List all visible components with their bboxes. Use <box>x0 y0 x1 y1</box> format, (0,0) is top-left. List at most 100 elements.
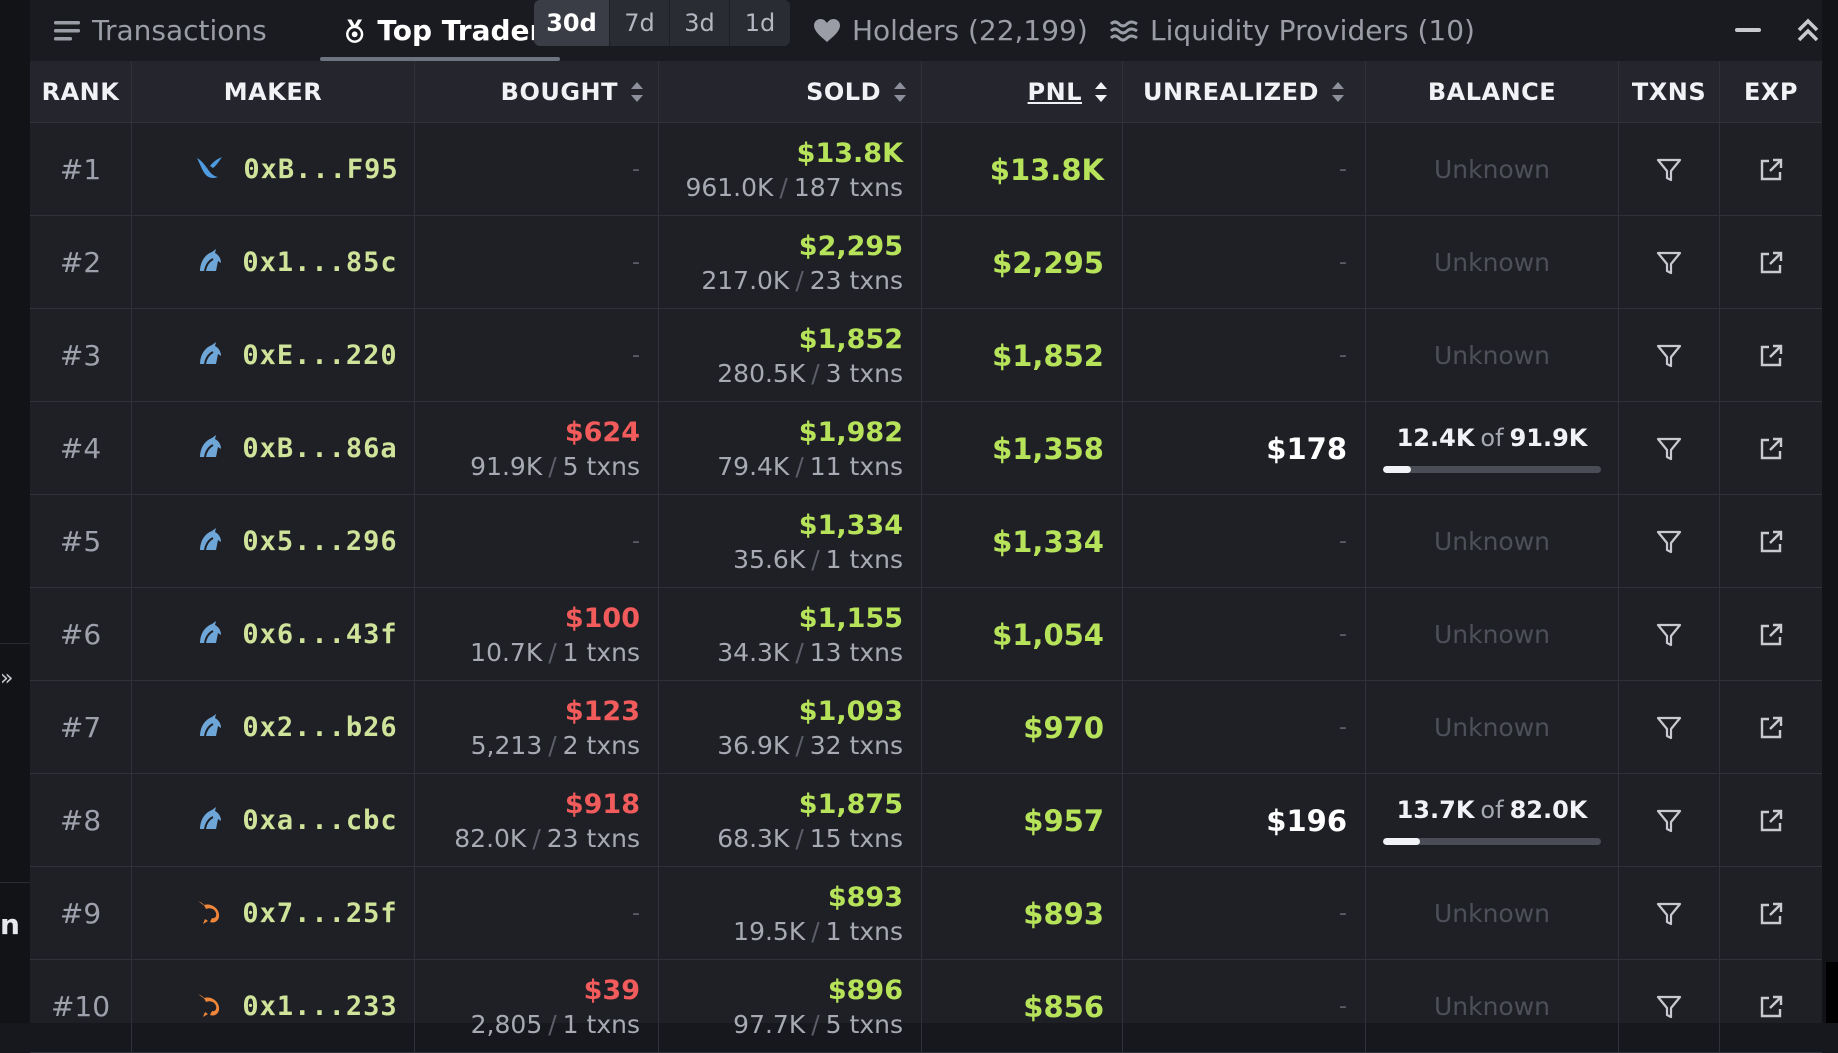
rank-cell: #8 <box>30 774 132 867</box>
maker-cell[interactable]: 0x7...25f <box>132 867 415 960</box>
sold-amount: $1,852 <box>798 323 903 355</box>
dolphin-icon <box>196 527 222 556</box>
sold-volume: 34.3K <box>717 637 790 667</box>
col-pnl[interactable]: PNL <box>922 61 1123 123</box>
period-30d[interactable]: 30d <box>534 0 610 46</box>
empty-dash: - <box>1339 901 1347 926</box>
balance-unknown: Unknown <box>1433 620 1551 649</box>
maker-cell[interactable]: 0x2...b26 <box>132 681 415 774</box>
maker-cell[interactable]: 0xB...F95 <box>132 123 415 216</box>
shrimp-icon <box>196 992 222 1022</box>
unrealized-cell: - <box>1123 309 1366 402</box>
filter-icon[interactable] <box>1649 150 1689 190</box>
external-link-icon[interactable] <box>1751 801 1791 841</box>
col-bought[interactable]: BOUGHT <box>415 61 659 123</box>
maker-address[interactable]: 0xB...F95 <box>243 154 398 185</box>
balance-text: 12.4K of 91.9K <box>1397 424 1588 452</box>
sold-amount: $896 <box>827 974 903 1006</box>
maker-cell[interactable]: 0x1...85c <box>132 216 415 309</box>
shrimp-icon <box>196 899 222 929</box>
external-link-icon[interactable] <box>1751 708 1791 748</box>
period-7d[interactable]: 7d <box>610 0 670 46</box>
filter-icon[interactable] <box>1649 522 1689 562</box>
sold-volume: 79.4K <box>717 451 790 481</box>
rank-value: #1 <box>59 153 102 186</box>
col-unrealized-label: UNREALIZED <box>1143 78 1319 106</box>
sold-cell: $13.8K 961.0K/187 txns <box>659 123 922 216</box>
minimize-icon[interactable] <box>1728 10 1768 50</box>
filter-icon[interactable] <box>1649 429 1689 469</box>
maker-address[interactable]: 0x1...85c <box>242 247 397 278</box>
maker-address[interactable]: 0x7...25f <box>242 898 397 929</box>
maker-cell[interactable]: 0x5...296 <box>132 495 415 588</box>
rank-value: #2 <box>59 246 102 279</box>
unrealized-cell: $196 <box>1123 774 1366 867</box>
maker-address[interactable]: 0x6...43f <box>242 619 397 650</box>
external-link-icon[interactable] <box>1751 987 1791 1027</box>
filter-icon[interactable] <box>1649 987 1689 1027</box>
filter-icon[interactable] <box>1649 801 1689 841</box>
exp-cell <box>1720 867 1822 960</box>
filter-icon[interactable] <box>1649 336 1689 376</box>
period-1d[interactable]: 1d <box>730 0 790 46</box>
maker-address[interactable]: 0xa...cbc <box>242 805 397 836</box>
maker-cell[interactable]: 0xE...220 <box>132 309 415 402</box>
separator: / <box>548 730 557 760</box>
filter-icon[interactable] <box>1649 615 1689 655</box>
txns-cell <box>1619 867 1720 960</box>
separator: / <box>811 1009 820 1039</box>
sold-txns: 1 txns <box>825 916 903 946</box>
external-link-icon[interactable] <box>1751 894 1791 934</box>
filter-icon[interactable] <box>1649 243 1689 283</box>
scrollbar-thumb[interactable] <box>1826 962 1838 1023</box>
sold-cell: $1,875 68.3K/15 txns <box>659 774 922 867</box>
bought-amount: $123 <box>564 695 640 727</box>
tab-holders[interactable]: Holders (22,199) <box>814 0 1088 61</box>
external-link-icon[interactable] <box>1751 615 1791 655</box>
table-row: #3 0xE...220 - $1,852 280.5K/3 txns $1,8… <box>30 309 1822 402</box>
chevron-collapse-icon[interactable]: » <box>0 666 13 691</box>
tab-top-traders[interactable]: Top Traders <box>320 0 560 61</box>
sold-cell: $2,295 217.0K/23 txns <box>659 216 922 309</box>
bought-cell: $624 91.9K/5 txns <box>415 402 659 495</box>
pnl-cell: $1,334 <box>922 495 1123 588</box>
balance-unknown: Unknown <box>1433 992 1551 1021</box>
tab-transactions[interactable]: Transactions <box>54 0 267 61</box>
table-row: #4 0xB...86a $624 91.9K/5 txns $1,982 79… <box>30 402 1822 495</box>
col-unrealized[interactable]: UNREALIZED <box>1123 61 1366 123</box>
maker-cell[interactable]: 0xB...86a <box>132 402 415 495</box>
separator: / <box>548 637 557 667</box>
balance-cell: Unknown <box>1366 681 1619 774</box>
table-row: #1 0xB...F95 - $13.8K 961.0K/187 txns $1… <box>30 123 1822 216</box>
maker-address[interactable]: 0xB...86a <box>242 433 397 464</box>
maker-cell[interactable]: 0xa...cbc <box>132 774 415 867</box>
balance-cell: Unknown <box>1366 123 1619 216</box>
period-3d[interactable]: 3d <box>670 0 730 46</box>
maker-cell[interactable]: 0x6...43f <box>132 588 415 681</box>
bought-cell: $39 2,805/1 txns <box>415 960 659 1053</box>
maker-address[interactable]: 0x1...233 <box>242 991 397 1022</box>
external-link-icon[interactable] <box>1751 522 1791 562</box>
external-link-icon[interactable] <box>1751 336 1791 376</box>
sold-amount: $893 <box>827 881 903 913</box>
maker-address[interactable]: 0x2...b26 <box>242 712 397 743</box>
rank-value: #7 <box>59 711 102 744</box>
maker-cell[interactable]: 0x1...233 <box>132 960 415 1053</box>
external-link-icon[interactable] <box>1751 429 1791 469</box>
maker-address[interactable]: 0xE...220 <box>242 340 397 371</box>
filter-icon[interactable] <box>1649 894 1689 934</box>
tab-holders-label: Holders (22,199) <box>852 14 1088 47</box>
col-sold[interactable]: SOLD <box>659 61 922 123</box>
balance-unknown: Unknown <box>1433 527 1551 556</box>
external-link-icon[interactable] <box>1751 243 1791 283</box>
tab-liquidity-providers[interactable]: Liquidity Providers (10) <box>1110 0 1475 61</box>
filter-icon[interactable] <box>1649 708 1689 748</box>
rank-cell: #6 <box>30 588 132 681</box>
balance-cell: Unknown <box>1366 495 1619 588</box>
maker-address[interactable]: 0x5...296 <box>242 526 397 557</box>
bought-detail: 82.0K/23 txns <box>454 824 640 853</box>
external-link-icon[interactable] <box>1751 150 1791 190</box>
empty-dash: - <box>1339 250 1347 275</box>
separator: / <box>795 637 804 667</box>
bought-txns: 1 txns <box>562 637 640 667</box>
